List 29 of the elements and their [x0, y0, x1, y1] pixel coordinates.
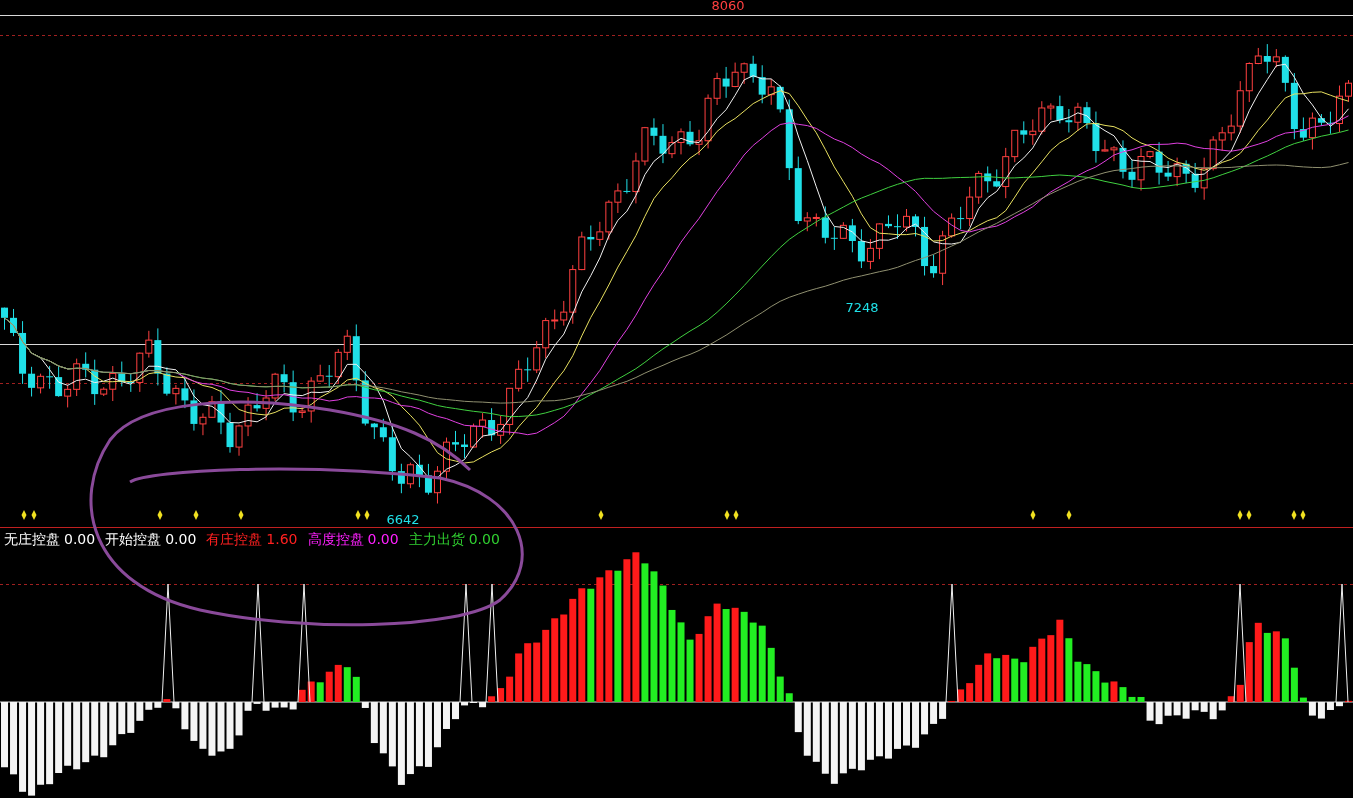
diamond-marker-icon	[21, 510, 27, 520]
price-label: 7248	[844, 300, 880, 316]
indicator-value: 0.00	[468, 530, 500, 548]
indicator-name: 无庄控盘	[4, 530, 60, 548]
indicator-name: 有庄控盘	[206, 530, 263, 548]
diamond-marker-icon	[364, 510, 370, 520]
diamond-marker-icon	[733, 510, 739, 520]
diamond-marker-icon	[724, 510, 730, 520]
diamond-marker-icon	[1246, 510, 1252, 520]
diamond-marker-icon	[1066, 510, 1072, 520]
diamond-marker-icon	[1030, 510, 1036, 520]
diamond-marker-icon	[1291, 510, 1297, 520]
indicator-value: 0.00	[165, 530, 197, 548]
indicator-name: 主力出货	[408, 530, 465, 548]
price-label: 6642	[385, 512, 421, 528]
diamond-marker-icon	[1237, 510, 1243, 520]
diamond-marker-icon	[1300, 510, 1306, 520]
price-label: 8060	[710, 0, 746, 14]
diamond-marker-icon	[238, 510, 244, 520]
diamond-marker-icon	[31, 510, 37, 520]
indicator-value: 0.00	[367, 530, 399, 548]
diamond-marker-icon	[598, 510, 604, 520]
diamond-marker-icon	[355, 510, 361, 520]
diamond-marker-icon	[193, 510, 199, 520]
diamond-marker-icon	[157, 510, 163, 520]
indicator-name: 高度控盘	[307, 530, 364, 548]
indicator-value: 1.60	[266, 530, 298, 548]
indicator-value: 0.00	[64, 530, 96, 548]
indicator-name: 开始控盘	[105, 530, 162, 548]
